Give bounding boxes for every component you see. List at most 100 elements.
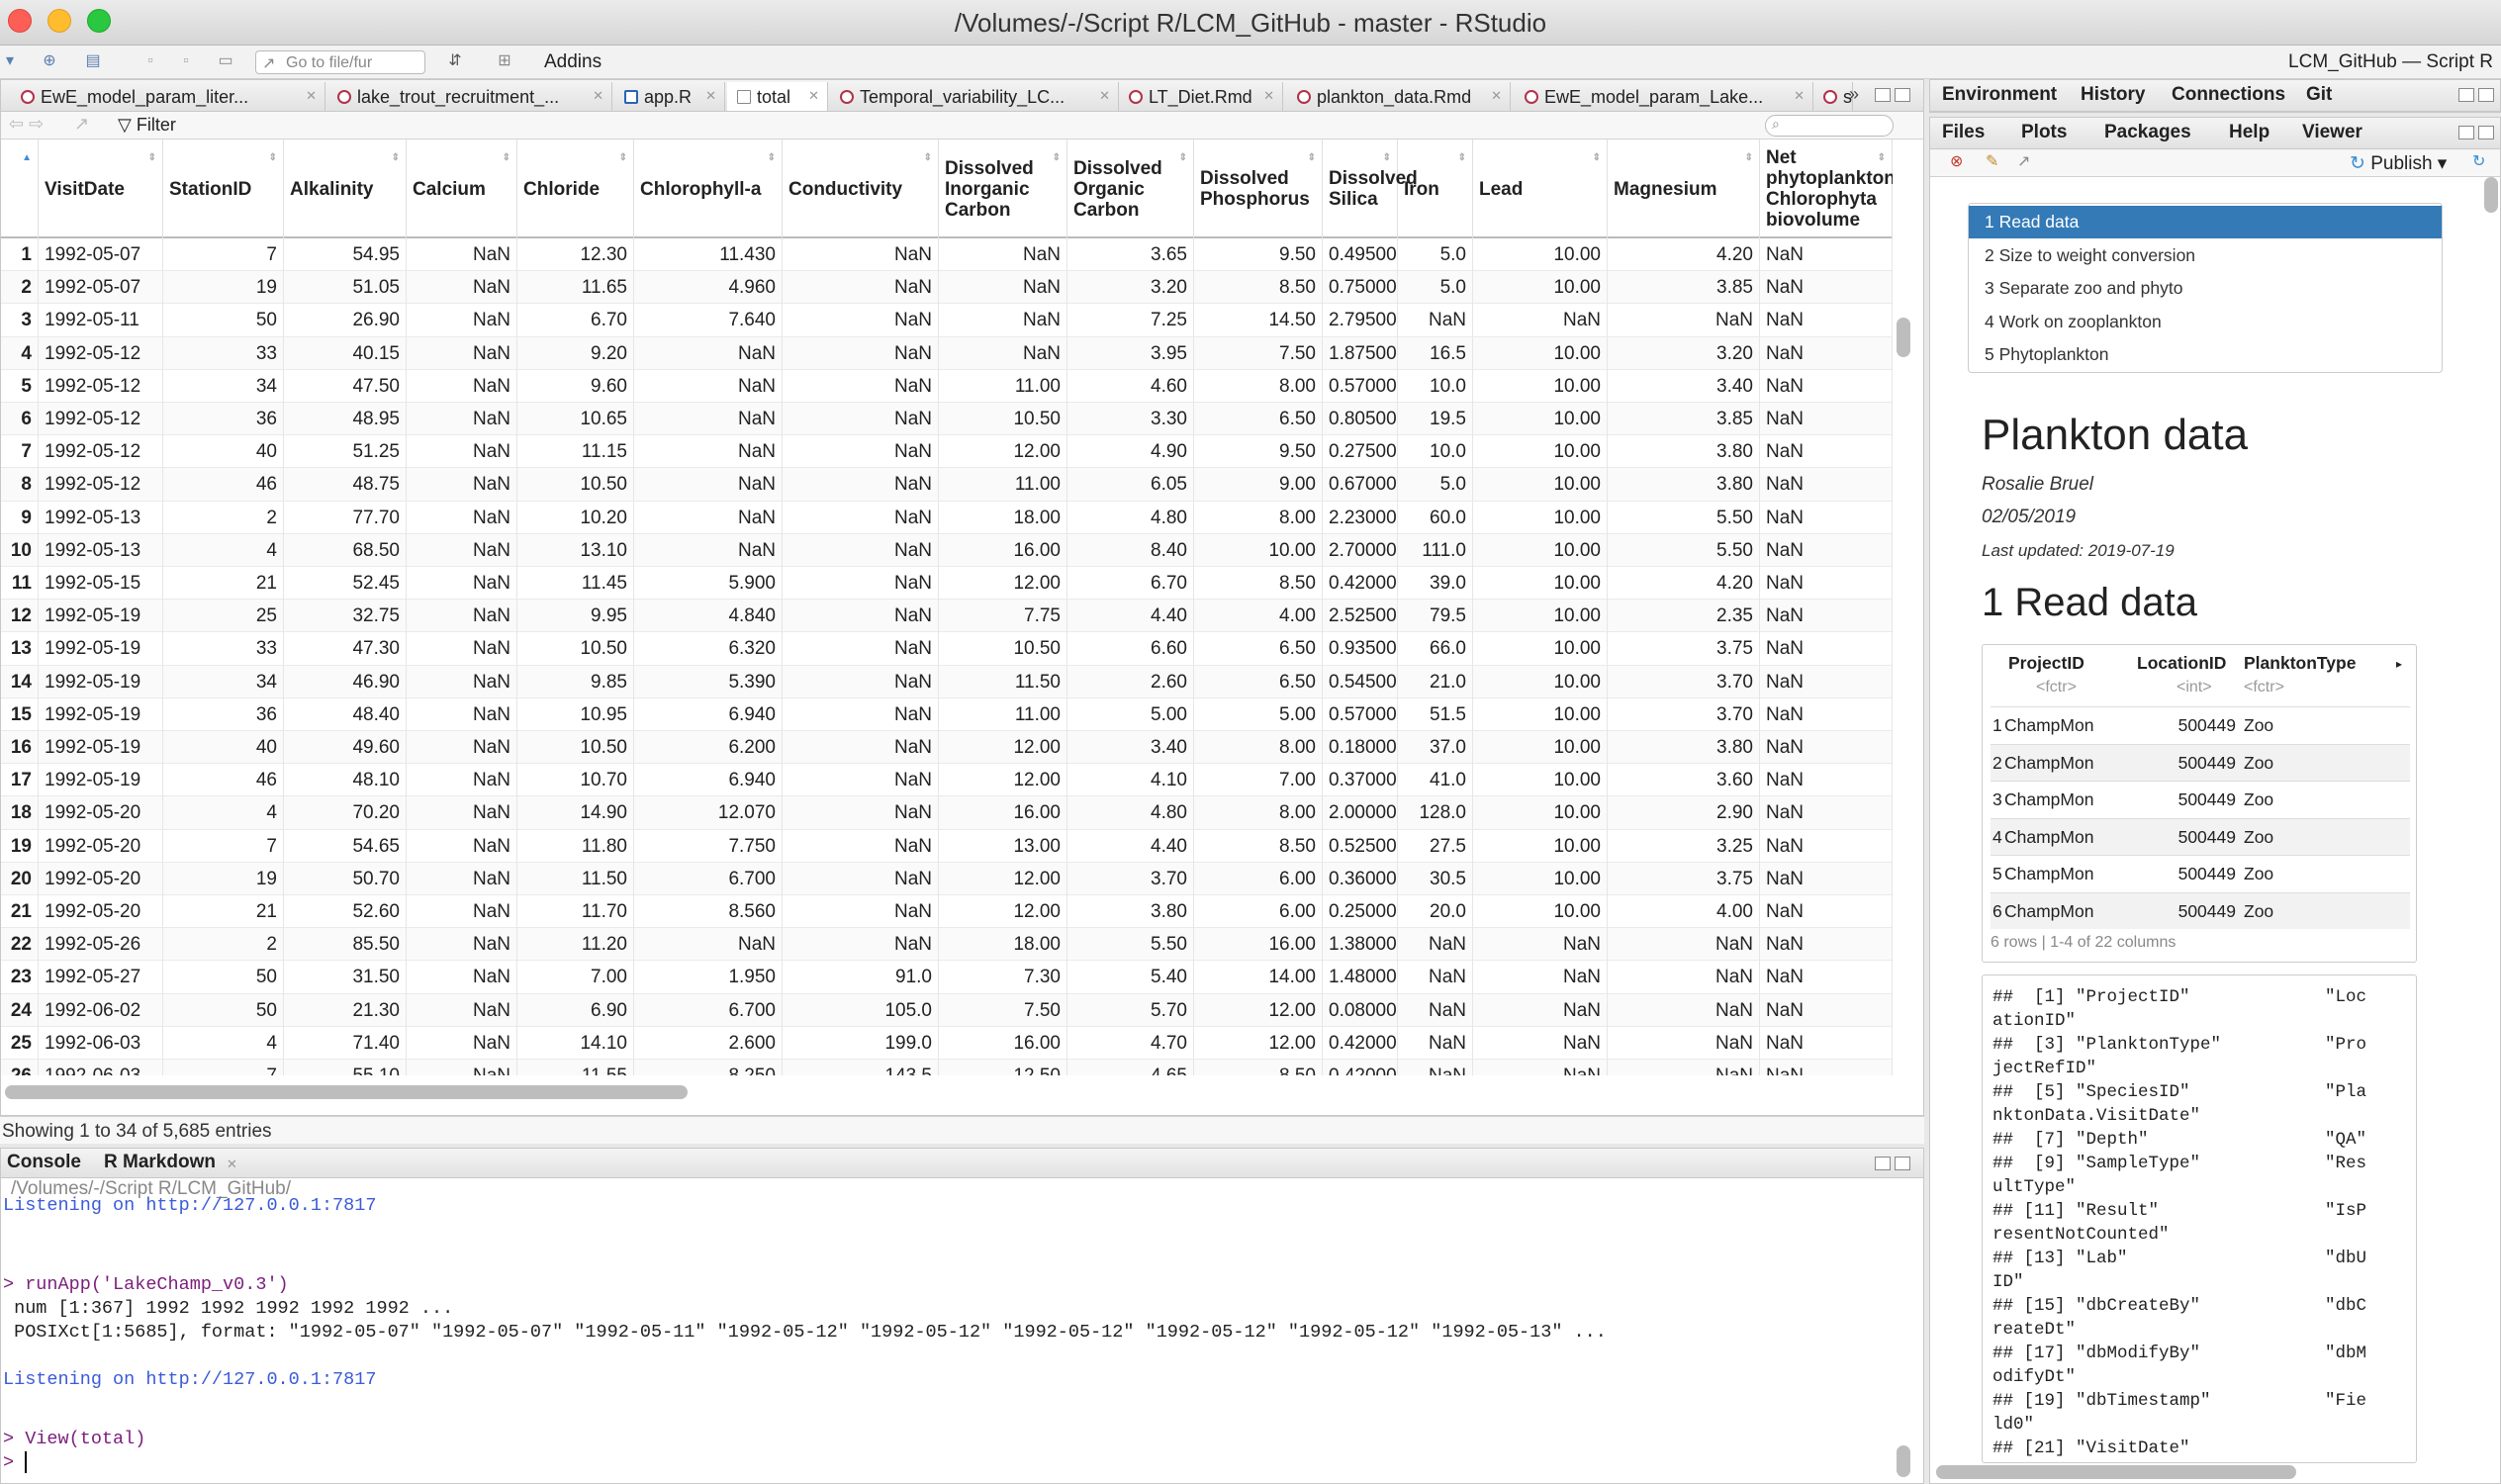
close-tab-icon[interactable]: ✕ xyxy=(593,88,603,104)
maximize-pane-icon[interactable] xyxy=(2478,88,2494,102)
column-header[interactable]: Dissolved Organic Carbon ⇕ xyxy=(1067,139,1194,238)
tab-s[interactable]: s xyxy=(1813,82,1853,111)
tab-ewe-model-param-liter[interactable]: EwE_model_param_liter... ✕ xyxy=(11,82,325,111)
tab-total[interactable]: total ✕ xyxy=(727,82,828,111)
table-row[interactable]: 3 1992-05-11 50 26.90 NaN 6.70 7.640 NaN NaN 7.25… xyxy=(1,304,1893,337)
minimize-pane-icon[interactable] xyxy=(1875,88,1891,102)
tab-git[interactable]: Git xyxy=(2306,84,2332,106)
popout-icon[interactable]: ↗ xyxy=(74,114,89,135)
table-row[interactable]: 19 1992-05-20 7 54.65 NaN 11.80 7.750 NaN 13.00 4… xyxy=(1,829,1893,863)
go-to-file-input[interactable]: ↗ Go to file/fur xyxy=(255,50,425,74)
toc-item[interactable]: 4 Work on zooplankton xyxy=(1969,306,2442,338)
table-row[interactable]: 5 1992-05-12 34 47.50 NaN 9.60 NaN NaN 11.00 4.60… xyxy=(1,369,1893,403)
table-row[interactable]: 14 1992-05-19 34 46.90 NaN 9.85 5.390 NaN 11.50 2… xyxy=(1,665,1893,698)
table-row[interactable]: 16 1992-05-19 40 49.60 NaN 10.50 6.200 NaN 12.00… xyxy=(1,731,1893,765)
viewer-vertical-scrollbar[interactable] xyxy=(2484,177,2498,213)
column-header[interactable]: VisitDate ⇕ xyxy=(39,139,163,238)
table-row[interactable]: 1 1992-05-07 7 54.95 NaN 12.30 11.430 NaN NaN 3.6… xyxy=(1,238,1893,272)
save-all-icon[interactable]: ▫ xyxy=(176,51,196,71)
toc-item[interactable]: 5 Phytoplankton xyxy=(1969,338,2442,371)
project-menu[interactable]: LCM_GitHub — Script R xyxy=(2288,51,2493,73)
tab-lake-trout-recruitment[interactable]: lake_trout_recruitment_... ✕ xyxy=(327,82,612,111)
table-row[interactable]: 12 1992-05-19 25 32.75 NaN 9.95 4.840 NaN 7.75 4.… xyxy=(1,600,1893,633)
table-search-input[interactable]: ⌕ xyxy=(1765,115,1894,137)
tab-plankton-data[interactable]: plankton_data.Rmd ✕ xyxy=(1287,82,1511,111)
table-row[interactable]: 25 1992-06-03 4 71.40 NaN 14.10 2.600 199.0 16.0… xyxy=(1,1026,1893,1060)
column-header[interactable]: Lead ⇕ xyxy=(1473,139,1608,238)
next-columns-icon[interactable]: ▸ xyxy=(2396,657,2402,671)
maximize-pane-icon[interactable] xyxy=(1895,1157,1910,1170)
console-prompt[interactable]: > xyxy=(3,1451,28,1475)
column-header[interactable]: Dissolved Silica ⇕ xyxy=(1323,139,1418,238)
popout-icon[interactable]: ↗ xyxy=(2017,151,2030,171)
tab-packages[interactable]: Packages xyxy=(2104,122,2191,143)
column-header[interactable]: Magnesium ⇕ xyxy=(1608,139,1760,238)
column-header[interactable]: Net phytoplankton, Chlorophyta biovolume… xyxy=(1760,139,1893,238)
minimize-pane-icon[interactable] xyxy=(2458,126,2474,139)
column-header[interactable]: Chlorophyll-a ⇕ xyxy=(634,139,783,238)
close-tab-icon[interactable]: ✕ xyxy=(1263,88,1274,104)
tab-files[interactable]: Files xyxy=(1942,122,1985,143)
table-row[interactable]: 4 1992-05-12 33 40.15 NaN 9.20 NaN NaN NaN 3.95 7.… xyxy=(1,336,1893,370)
print-icon[interactable]: ▭ xyxy=(216,51,235,71)
close-tab-icon[interactable]: ✕ xyxy=(1099,88,1110,104)
tab-history[interactable]: History xyxy=(2081,84,2145,106)
column-header[interactable]: Chloride ⇕ xyxy=(517,139,634,238)
column-header[interactable]: LocationID xyxy=(2137,653,2226,674)
remove-viewer-icon[interactable]: ⊗ xyxy=(1950,151,1963,171)
column-header[interactable]: PlanktonType xyxy=(2244,653,2356,674)
table-row[interactable]: 8 1992-05-12 46 48.75 NaN 10.50 NaN NaN 11.00 6.0… xyxy=(1,468,1893,502)
column-header[interactable]: Conductivity ⇕ xyxy=(783,139,939,238)
publish-button[interactable]: ↻ Publish ▾ xyxy=(2350,152,2447,175)
close-tab-icon[interactable]: ✕ xyxy=(227,1157,237,1172)
grid-horizontal-scrollbar[interactable] xyxy=(5,1085,688,1099)
save-icon[interactable]: ▫ xyxy=(140,51,160,71)
table-row[interactable]: 23 1992-05-27 50 31.50 NaN 7.00 1.950 91.0 7.30 5… xyxy=(1,961,1893,994)
column-header[interactable]: Dissolved Inorganic Carbon ⇕ xyxy=(939,139,1067,238)
new-project-icon[interactable]: ⊕ xyxy=(40,51,59,71)
table-row[interactable]: 13 1992-05-19 33 47.30 NaN 10.50 6.320 NaN 10.50… xyxy=(1,632,1893,666)
tab-lt-diet[interactable]: LT_Diet.Rmd ✕ xyxy=(1119,82,1283,111)
tab-plots[interactable]: Plots xyxy=(2021,122,2067,143)
tab-environment[interactable]: Environment xyxy=(1942,84,2057,106)
toc-item[interactable]: 2 Size to weight conversion xyxy=(1969,239,2442,272)
column-header[interactable]: Dissolved Phosphorus ⇕ xyxy=(1194,139,1323,238)
refresh-icon[interactable]: ↻ xyxy=(2472,151,2485,171)
close-tab-icon[interactable]: ✕ xyxy=(1794,88,1805,104)
column-header[interactable]: Alkalinity ⇕ xyxy=(284,139,407,238)
minimize-pane-icon[interactable] xyxy=(1875,1157,1891,1170)
column-header[interactable]: ProjectID xyxy=(2008,653,2084,674)
table-row[interactable]: 10 1992-05-13 4 68.50 NaN 13.10 NaN NaN 16.00 8.4… xyxy=(1,533,1893,567)
tab-console[interactable]: Console xyxy=(7,1152,81,1173)
table-row[interactable]: 17 1992-05-19 46 48.10 NaN 10.70 6.940 NaN 12.00… xyxy=(1,764,1893,797)
filter-button[interactable]: ▽ Filter xyxy=(118,115,176,136)
tab-temporal-variability[interactable]: Temporal_variability_LC... ✕ xyxy=(830,82,1119,111)
maximize-pane-icon[interactable] xyxy=(1895,88,1910,102)
column-header[interactable]: Calcium ⇕ xyxy=(407,139,517,238)
grid-vertical-scrollbar[interactable] xyxy=(1897,318,1910,357)
table-row[interactable]: 18 1992-05-20 4 70.20 NaN 14.90 12.070 NaN 16.00… xyxy=(1,796,1893,830)
more-tabs-icon[interactable]: » xyxy=(1849,84,1859,105)
column-header[interactable]: StationID ⇕ xyxy=(163,139,284,238)
pane-layout-icon[interactable]: ⊞ xyxy=(495,51,514,71)
addins-menu[interactable]: Addins xyxy=(544,51,602,73)
table-row[interactable]: 24 1992-06-02 50 21.30 NaN 6.90 6.700 105.0 7.50… xyxy=(1,993,1893,1027)
new-file-icon[interactable]: ▾ xyxy=(0,51,20,71)
minimize-pane-icon[interactable] xyxy=(2458,88,2474,102)
tab-app-r[interactable]: app.R ✕ xyxy=(614,82,725,111)
table-row[interactable]: 9 1992-05-13 2 77.70 NaN 10.20 NaN NaN 18.00 4.80… xyxy=(1,501,1893,534)
close-tab-icon[interactable]: ✕ xyxy=(306,88,317,104)
tab-r-markdown[interactable]: R Markdown xyxy=(104,1152,216,1173)
table-row[interactable]: 261992-06-03755.10NaN11.558.250143.512.5… xyxy=(1,1060,1893,1075)
table-row[interactable]: 15 1992-05-19 36 48.40 NaN 10.95 6.940 NaN 11.00… xyxy=(1,697,1893,731)
row-number-header[interactable]: ▲ xyxy=(1,139,39,238)
open-file-icon[interactable]: ▤ xyxy=(83,51,103,71)
column-header[interactable]: Iron ⇕ xyxy=(1398,139,1473,238)
toc-item[interactable]: 1 Read data xyxy=(1969,206,2442,238)
table-row[interactable]: 21 1992-05-20 21 52.60 NaN 11.70 8.560 NaN 12.00… xyxy=(1,895,1893,929)
table-row[interactable]: 6 1992-05-12 36 48.95 NaN 10.65 NaN NaN 10.50 3.3… xyxy=(1,403,1893,436)
close-tab-icon[interactable]: ✕ xyxy=(1491,88,1502,104)
back-icon[interactable]: ⇦ ⇨ xyxy=(9,114,44,135)
close-tab-icon[interactable]: ✕ xyxy=(808,88,819,104)
table-row[interactable]: 22 1992-05-26 2 85.50 NaN 11.20 NaN NaN 18.00 5.5… xyxy=(1,928,1893,962)
